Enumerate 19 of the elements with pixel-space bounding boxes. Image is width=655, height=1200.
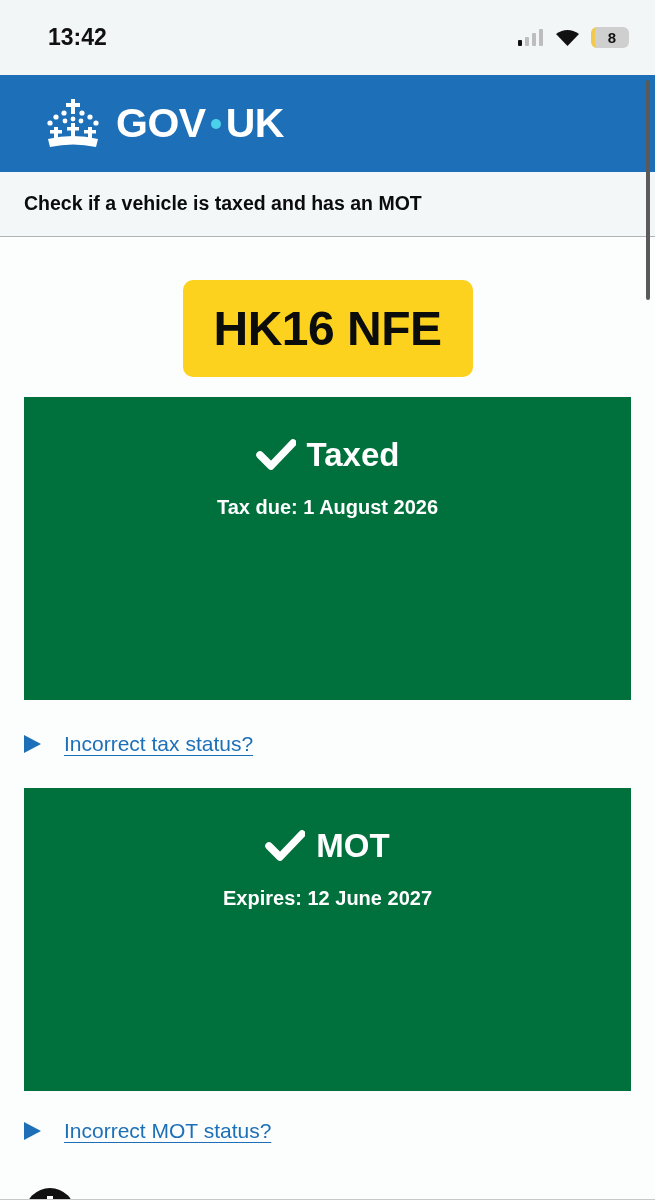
number-plate: HK16 NFE xyxy=(182,280,473,377)
logo-text[interactable]: GOV xyxy=(116,103,206,144)
status-title: Taxed xyxy=(306,435,400,475)
clock-time: 13:42 xyxy=(48,26,107,49)
signal-icon xyxy=(518,29,544,46)
battery-indicator: 8 xyxy=(591,27,629,48)
status-title: MOT xyxy=(316,826,390,866)
incorrect-status-link[interactable]: Incorrect MOT status? xyxy=(64,1115,272,1147)
tick-icon xyxy=(265,830,306,862)
status-detail: Expires: 12 June 2027 xyxy=(223,885,432,910)
right-triangle-icon[interactable] xyxy=(24,735,41,753)
status-detail: Tax due: 1 August 2026 xyxy=(216,494,439,519)
right-triangle-icon[interactable] xyxy=(24,1122,41,1140)
dot-icon xyxy=(210,118,221,129)
incorrect-status-link[interactable]: Incorrect tax status? xyxy=(64,728,254,760)
tick-icon xyxy=(255,439,296,471)
logo-text[interactable]: UK xyxy=(225,103,284,144)
crown-icon xyxy=(45,98,101,149)
wifi-icon xyxy=(556,29,579,46)
